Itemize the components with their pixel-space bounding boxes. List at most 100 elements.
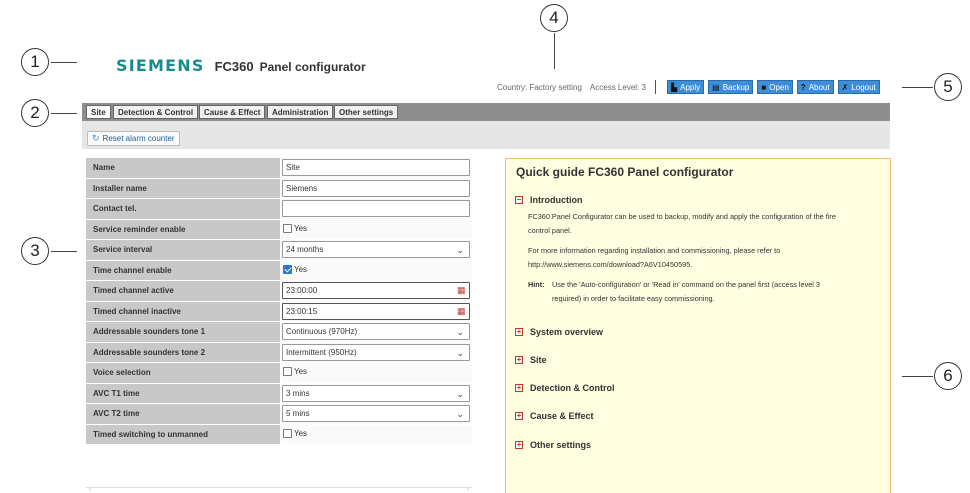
callout-5: 5 <box>934 73 962 101</box>
tab-detection-control[interactable]: Detection & Control <box>113 105 199 119</box>
brand-logo: SIEMENS <box>116 56 205 75</box>
time-channel-enable-checkbox[interactable]: Yes <box>283 264 308 274</box>
quick-guide-title: Quick guide FC360 Panel configurator <box>516 165 734 179</box>
guide-section-introduction[interactable]: − Introduction <box>515 195 583 205</box>
guide-section-detection-control[interactable]: + Detection & Control <box>515 383 615 393</box>
header-toolbar: Country: Factory setting Access Level: 3… <box>497 80 880 94</box>
chevron-down-icon: ⌄ <box>456 245 464 255</box>
field-label: Contact tel. <box>86 199 280 219</box>
hint-label: Hint: <box>528 280 545 289</box>
field-label: Time channel enable <box>86 260 280 280</box>
callout-2: 2 <box>21 99 49 127</box>
backup-label: Backup <box>722 82 750 92</box>
field-label: Timed channel inactive <box>86 301 280 321</box>
field-label: Name <box>86 158 280 178</box>
guide-section-site[interactable]: + Site <box>515 355 547 365</box>
reset-alarm-counter-label: Reset alarm counter <box>102 134 175 143</box>
timed-channel-active-input[interactable]: 23:00:00 ▦ <box>282 282 470 299</box>
reset-alarm-counter-button[interactable]: ↻ Reset alarm counter <box>87 131 180 146</box>
chevron-down-icon: ⌄ <box>456 327 464 337</box>
callout-3: 3 <box>21 237 49 265</box>
tab-other-settings[interactable]: Other settings <box>334 105 399 119</box>
form-row-installer-name: Installer name Siemens <box>86 178 472 200</box>
intro-link[interactable]: http://www.siemens.com/download?A6V10450… <box>528 260 692 269</box>
contact-tel-input[interactable] <box>282 200 470 217</box>
select-value: Intermittent (950Hz) <box>286 347 357 357</box>
service-reminder-checkbox[interactable]: Yes <box>283 223 307 233</box>
expand-icon: + <box>515 411 523 420</box>
form-row-name: Name Site <box>86 158 472 179</box>
service-interval-select[interactable]: 24 months ⌄ <box>282 241 470 258</box>
open-label: Open <box>769 82 789 92</box>
open-button[interactable]: ■ Open <box>757 80 793 94</box>
reset-icon: ↻ <box>92 133 100 143</box>
field-label: AVC T2 time <box>86 404 280 424</box>
form-row-avc-t2-time: AVC T2 time 5 mins ⌄ <box>86 404 472 425</box>
callout-1-line <box>51 62 77 63</box>
timed-channel-inactive-input[interactable]: 23:00:15 ▦ <box>282 302 470 320</box>
calendar-icon[interactable]: ▦ <box>457 286 466 295</box>
question-icon: ? <box>800 82 806 92</box>
backup-icon: ▤ <box>712 82 720 92</box>
checkbox-box <box>283 223 292 233</box>
product-suffix: Panel configurator <box>259 60 366 74</box>
field-label: AVC T1 time <box>86 383 280 403</box>
action-bar: ↻ Reset alarm counter <box>82 121 890 149</box>
quick-guide-panel: Quick guide FC360 Panel configurator − I… <box>505 158 891 493</box>
callout-1: 1 <box>21 48 49 76</box>
access-level-label: Access Level: 3 <box>589 82 646 92</box>
field-label: Addressable sounders tone 1 <box>86 322 280 342</box>
time-value: 23:00:00 <box>286 286 318 295</box>
backup-button[interactable]: ▤ Backup <box>708 80 754 94</box>
avc-t1-time-select[interactable]: 3 mins ⌄ <box>282 384 470 402</box>
select-value: 3 mins <box>286 388 310 398</box>
calendar-icon[interactable]: ▦ <box>457 306 466 316</box>
section-title: Detection & Control <box>530 383 615 393</box>
chevron-down-icon: ⌄ <box>456 347 464 358</box>
form-row-avc-t1-time: AVC T1 time 3 mins ⌄ <box>86 383 472 405</box>
hint-text: required) in order to facilitate easy co… <box>552 294 715 303</box>
checkbox-label: Yes <box>294 264 308 274</box>
callout-4-line <box>554 33 555 69</box>
voice-selection-checkbox[interactable]: Yes <box>283 367 307 376</box>
horizontal-scrollbar[interactable]: ‹ › <box>86 487 472 493</box>
section-title: Cause & Effect <box>530 411 594 421</box>
expand-icon: + <box>515 327 523 336</box>
tab-site[interactable]: Site <box>86 105 111 119</box>
tab-administration[interactable]: Administration <box>267 105 334 119</box>
about-button[interactable]: ? About <box>796 80 834 94</box>
guide-section-system-overview[interactable]: + System overview <box>515 327 603 337</box>
apply-icon: ▙ <box>670 82 678 92</box>
intro-text: For more information regarding installat… <box>528 246 781 255</box>
installer-name-input[interactable]: Siemens <box>282 179 470 197</box>
timed-switching-checkbox[interactable]: Yes <box>283 428 307 438</box>
select-value: Continuous (970Hz) <box>286 327 358 336</box>
guide-section-other-settings[interactable]: + Other settings <box>515 440 591 450</box>
apply-button[interactable]: ▙ Apply <box>666 80 705 94</box>
scroll-left-icon[interactable]: ‹ <box>89 487 91 493</box>
expand-icon: + <box>515 355 523 364</box>
form-row-sounders-tone-1: Addressable sounders tone 1 Continuous (… <box>86 322 472 343</box>
guide-section-cause-effect[interactable]: + Cause & Effect <box>515 411 594 421</box>
select-value: 24 months <box>286 245 324 254</box>
tab-bar: Site Detection & Control Cause & Effect … <box>82 103 890 121</box>
chevron-down-icon: ⌄ <box>456 409 464 419</box>
sounders-tone-2-select[interactable]: Intermittent (950Hz) ⌄ <box>282 343 470 361</box>
sounders-tone-1-select[interactable]: Continuous (970Hz) ⌄ <box>282 323 470 340</box>
hint-text: Use the 'Auto-configuration' or 'Read in… <box>552 280 820 289</box>
avc-t2-time-select[interactable]: 5 mins ⌄ <box>282 405 470 422</box>
section-title: Introduction <box>530 195 583 205</box>
scroll-right-icon[interactable]: › <box>467 487 469 493</box>
checkbox-box-checked <box>283 264 292 274</box>
intro-text: control panel. <box>528 226 572 235</box>
section-title: Other settings <box>530 440 592 450</box>
form-row-timed-channel-active: Timed channel active 23:00:00 ▦ <box>86 281 472 302</box>
form-row-service-reminder: Service reminder enable Yes <box>86 219 472 241</box>
checkbox-box <box>283 367 292 376</box>
name-input[interactable]: Site <box>282 159 470 176</box>
logout-button[interactable]: ✗ Logout <box>837 80 880 94</box>
toolbar-divider <box>654 80 656 94</box>
checkbox-box <box>283 428 292 438</box>
field-label: Timed channel active <box>86 281 280 301</box>
tab-cause-effect[interactable]: Cause & Effect <box>199 105 266 119</box>
